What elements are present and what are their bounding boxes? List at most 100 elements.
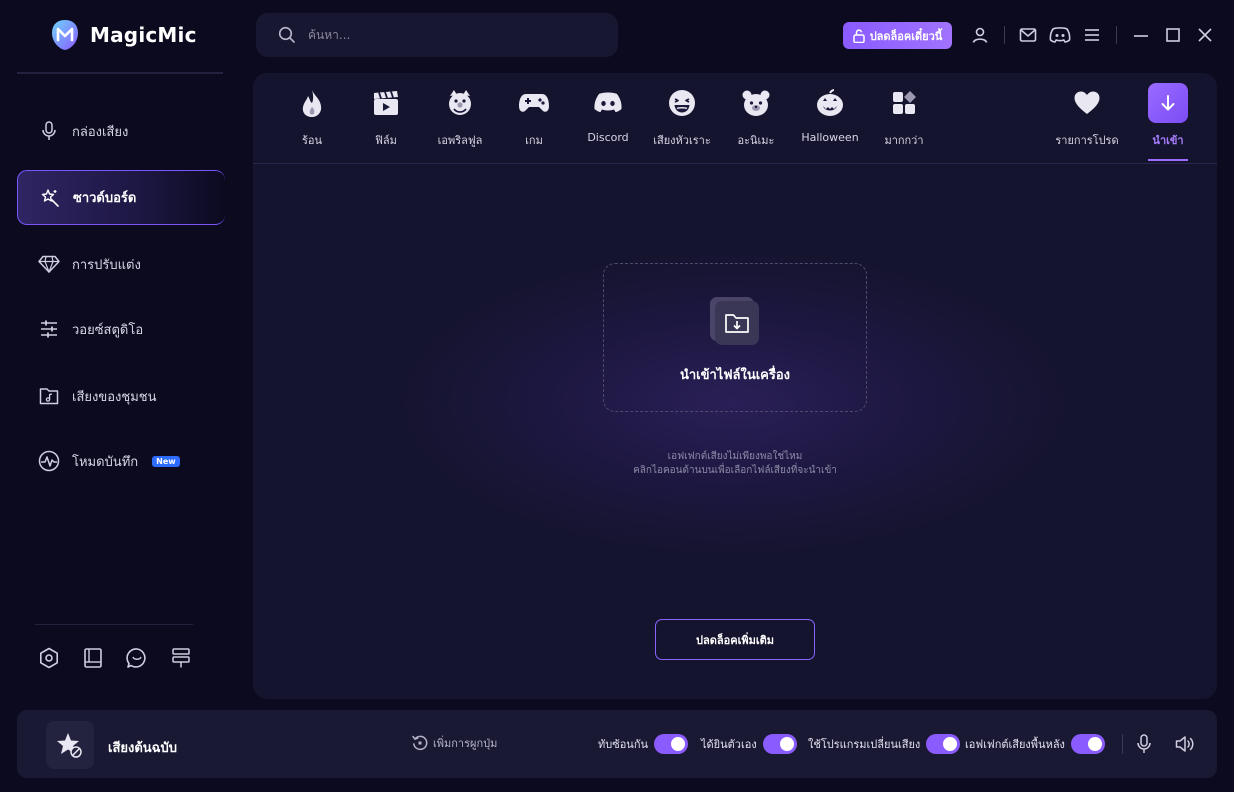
unlock-more-button[interactable]: ปลดล็อคเพิ่มเติม [655,619,815,660]
download-icon [1148,83,1188,123]
toggle-label: เอฟเฟกต์เสียงพื้นหลัง [965,738,1065,751]
tab-label: เกม [525,134,543,147]
unlock-now-label: ปลดล็อคเดี๋ยวนี้ [869,29,943,43]
toggle-label: ทับซ้อนกัน [598,738,649,751]
tab-film[interactable]: ฟิล์ม [349,87,423,153]
header-divider [1116,26,1117,44]
diamond-icon [38,253,60,275]
pumpkin-icon [814,87,846,119]
gamepad-icon [518,87,550,119]
overlap-toggle-group: ทับซ้อนกัน [598,734,689,754]
tab-more[interactable]: มากกว่า [867,87,941,153]
chat-icon[interactable] [126,647,148,669]
book-icon[interactable] [82,647,104,669]
app-logo: MagicMic [50,18,197,52]
bear-icon [740,87,772,119]
import-dropzone[interactable]: นำเข้าไฟล์ในเครื่อง [603,263,867,412]
minimize-icon[interactable] [1130,24,1152,46]
laughing-face-icon [666,87,698,119]
unlock-now-button[interactable]: ปลดล็อคเดี๋ยวนี้ [843,22,952,49]
tab-favorites[interactable]: รายการโปรด [1050,87,1124,153]
background-effect-toggle-group: เอฟเฟกต์เสียงพื้นหลัง [965,734,1105,754]
sidebar-item-label: กล่องเสียง [72,124,129,140]
maximize-icon[interactable] [1162,24,1184,46]
menu-icon[interactable] [1081,24,1103,46]
sidebar-item-label: วอยซ์สตูดิโอ [72,322,144,338]
sidebar-item-voice-studio[interactable]: วอยซ์สตูดิโอ [17,301,225,357]
voice-changer-toggle-group: ใช้โปรแกรมเปลี่ยนเสียง [808,734,961,754]
search-icon [278,26,295,43]
fire-icon [296,87,328,119]
hear-myself-toggle-group: ได้ยินตัวเอง [701,734,797,754]
music-folder-icon [38,385,60,407]
tab-label: รายการโปรด [1055,134,1119,147]
tab-game[interactable]: เกม [497,87,571,153]
original-voice-button[interactable] [46,721,94,769]
settings-icon[interactable] [38,647,60,669]
sidebar-item-customize[interactable]: การปรับแต่ง [17,236,225,292]
import-hint-line1: เอฟเฟกต์เสียงไม่เพียงพอใช่ไหม [667,451,803,462]
active-tab-indicator [1148,159,1188,161]
sidebar-item-label: การปรับแต่ง [72,257,141,273]
tab-discord[interactable]: Discord [571,87,645,153]
import-folder-icon [710,297,760,345]
clown-icon [444,87,476,119]
tab-laughter[interactable]: เสียงหัวเราะ [645,87,719,153]
tab-hot[interactable]: ร้อน [275,87,349,153]
feedback-icon[interactable] [170,647,192,669]
tab-label: เอพริลฟูล [437,134,483,147]
toggle-label: ได้ยินตัวเอง [701,738,757,751]
discord-icon [592,87,624,119]
bottom-bar: เสียงต้นฉบับ เพิ่มการผูกปุ่ม ทับซ้อนกัน … [17,710,1217,778]
tab-label: เสียงหัวเราะ [653,134,711,147]
tab-label: มากกว่า [884,134,924,147]
hear-myself-toggle[interactable] [762,734,797,754]
original-voice-label: เสียงต้นฉบับ [108,741,178,756]
tab-anime[interactable]: อะนิเมะ [719,87,793,153]
mail-icon[interactable] [1017,24,1039,46]
discord-icon[interactable] [1049,24,1071,46]
microphone-icon[interactable] [1133,733,1155,755]
speaker-icon[interactable] [1174,733,1196,755]
sliders-icon [38,318,60,340]
sidebar-item-soundboard[interactable]: ซาวด์บอร์ด [17,170,225,225]
new-badge: New [152,455,180,467]
unlock-icon [852,28,865,43]
microphone-icon [38,120,60,142]
refresh-icon [412,735,428,751]
magic-wand-icon [39,187,61,209]
overlap-toggle[interactable] [654,734,689,754]
category-tabs: ร้อน ฟิล์ม เอพริลฟูล เกม Discord เสียงหั… [253,73,1217,164]
add-hotkey-button[interactable]: เพิ่มการผูกปุ่ม [411,734,497,752]
tab-april-fools[interactable]: เอพริลฟูล [423,87,497,153]
tab-label: นำเข้า [1152,134,1184,147]
tab-halloween[interactable]: Halloween [793,87,867,153]
voice-changer-toggle[interactable] [926,734,961,754]
tab-label: Discord [587,131,629,144]
tab-label: ร้อน [301,134,323,147]
tab-import[interactable]: นำเข้า [1131,83,1205,153]
sidebar-divider [35,624,193,625]
sidebar-item-voice-box[interactable]: กล่องเสียง [17,103,225,159]
magicmic-logo-icon [52,20,78,50]
toggle-label: ใช้โปรแกรมเปลี่ยนเสียง [808,738,921,751]
sidebar-item-community-voices[interactable]: เสียงของชุมชน [17,368,225,424]
user-icon[interactable] [969,24,991,46]
clapperboard-icon [370,87,402,119]
header-divider [1004,26,1005,44]
search-input[interactable] [308,28,588,42]
main-panel: ร้อน ฟิล์ม เอพริลฟูล เกม Discord เสียงหั… [253,73,1217,699]
close-icon[interactable] [1194,24,1216,46]
background-effect-toggle[interactable] [1070,734,1105,754]
sidebar-item-record-mode[interactable]: โหมดบันทึก New [17,433,225,489]
import-title: นำเข้าไฟล์ในเครื่อง [679,368,791,383]
search-bar[interactable] [256,13,618,57]
waveform-icon [38,450,60,472]
logo-divider [17,72,223,74]
sidebar-item-label: เสียงของชุมชน [72,389,157,405]
heart-icon [1071,87,1103,119]
star-slash-icon [57,733,82,758]
sidebar-item-label: โหมดบันทึก [72,454,139,470]
tab-label: Halloween [801,131,859,144]
import-hint-line2: คลิกไอคอนด้านบนเพื่อเลือกไฟล์เสียงที่จะน… [633,465,837,476]
